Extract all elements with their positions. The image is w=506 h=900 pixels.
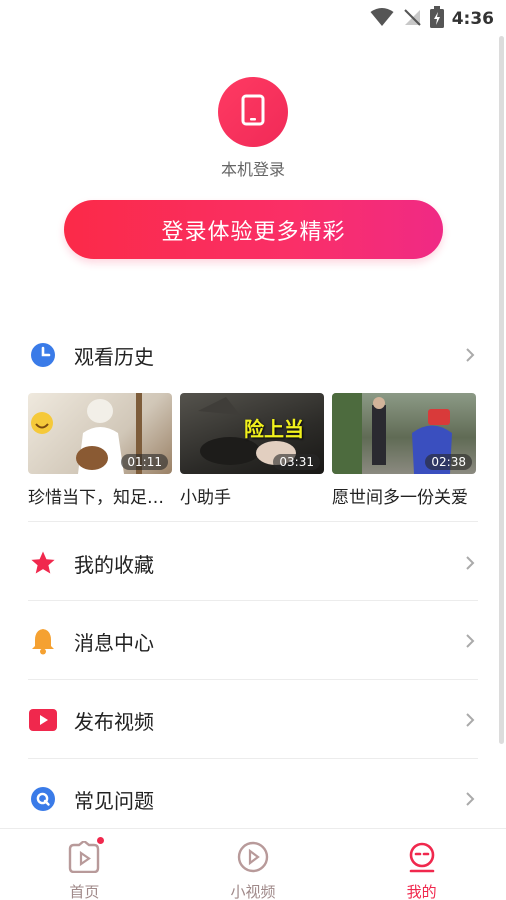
menu-item-label: 发布视频: [74, 709, 154, 734]
history-item[interactable]: 02:38 愿世间多一份关爱: [332, 393, 476, 508]
phone-icon: [241, 94, 265, 130]
nav-label: 首页: [69, 883, 100, 900]
video-title[interactable]: 愿世间多一份关爱: [332, 483, 476, 508]
menu-item-label: 我的收藏: [74, 552, 154, 577]
chevron-right-icon: [462, 553, 478, 573]
chevron-right-icon: [462, 789, 478, 809]
play-circle-icon: [236, 841, 270, 877]
menu-item-history[interactable]: 观看历史: [28, 335, 478, 375]
chevron-right-icon: [462, 710, 478, 730]
divider: [28, 758, 478, 759]
video-thumbnail[interactable]: 01:11: [28, 393, 172, 474]
notification-badge: [97, 837, 104, 844]
battery-icon: [429, 6, 444, 32]
scrollbar[interactable]: [499, 36, 504, 744]
chevron-right-icon: [462, 345, 478, 365]
video-duration: 01:11: [121, 454, 168, 470]
divider: [28, 679, 478, 680]
clock-icon: [28, 340, 58, 370]
menu-item-label: 观看历史: [74, 344, 154, 369]
bottom-nav: 首页 小视频 我的: [0, 828, 506, 900]
chevron-right-icon: [462, 631, 478, 651]
menu-item-favorites[interactable]: 我的收藏: [28, 543, 478, 583]
wifi-icon: [370, 7, 394, 31]
status-icons: 4:36: [370, 6, 494, 32]
menu-item-publish[interactable]: 发布视频: [28, 700, 478, 740]
nav-label: 我的: [406, 883, 437, 900]
home-video-icon: [67, 839, 101, 877]
menu-item-label: 常见问题: [74, 788, 154, 813]
divider: [28, 600, 478, 601]
divider: [28, 521, 478, 522]
history-item[interactable]: 01:11 珍惜当下，知足常乐: [28, 393, 172, 508]
video-thumbnail[interactable]: 险上当 03:31: [180, 393, 324, 474]
bell-icon: [28, 626, 58, 656]
phone-login-label[interactable]: 本机登录: [0, 156, 506, 180]
nav-label: 小视频: [230, 883, 276, 900]
phone-login-button[interactable]: [218, 77, 288, 147]
video-title[interactable]: 小助手: [180, 483, 324, 508]
profile-face-icon: [405, 841, 439, 877]
video-duration: 02:38: [425, 454, 472, 470]
menu-item-label: 消息中心: [74, 630, 154, 655]
nav-short-video[interactable]: 小视频: [169, 829, 338, 900]
star-icon: [28, 548, 58, 578]
menu-item-messages[interactable]: 消息中心: [28, 621, 478, 661]
video-thumbnail[interactable]: 02:38: [332, 393, 476, 474]
question-icon: [28, 784, 58, 814]
video-title[interactable]: 珍惜当下，知足常乐: [28, 483, 172, 508]
nav-mine[interactable]: 我的: [337, 829, 506, 900]
no-signal-icon: [402, 7, 422, 31]
nav-home[interactable]: 首页: [0, 829, 169, 900]
status-time: 4:36: [451, 9, 494, 29]
video-duration: 03:31: [273, 454, 320, 470]
login-button[interactable]: 登录体验更多精彩: [64, 200, 443, 259]
history-list: 01:11 珍惜当下，知足常乐 险上当 03:31 小助手 02:38 愿世间多…: [28, 393, 478, 508]
video-caption-overlay: 险上当: [244, 417, 304, 441]
status-bar: 4:36: [0, 0, 506, 34]
menu-item-faq[interactable]: 常见问题: [28, 779, 478, 819]
video-play-icon: [28, 705, 58, 735]
history-item[interactable]: 险上当 03:31 小助手: [180, 393, 324, 508]
